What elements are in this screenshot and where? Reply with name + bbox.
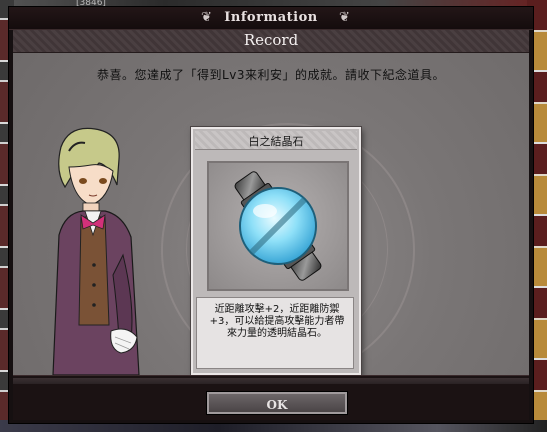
character-portrait (52, 127, 140, 375)
item-name: 白之結晶石 (248, 135, 304, 148)
reward-item-card: 白之結晶石 近距離攻擊+2，近距離防禦+3，可以給提高攻擊能力者帶來力量的透明結… (191, 127, 361, 375)
ornament-right-icon: ❦ (339, 10, 350, 25)
item-image-frame (207, 161, 349, 291)
dialog-content: 恭喜。您達成了「得到Lv3来利安」的成就。請收下紀念道具。 白之結晶石 近距離攻… (13, 53, 529, 377)
record-title: Record (243, 31, 299, 49)
crystal-orb-icon (234, 171, 322, 281)
ok-button[interactable]: OK (207, 392, 347, 414)
dialog-footer: OK (13, 375, 529, 420)
item-description-box: 近距離攻擊+2，近距離防禦+3，可以給提高攻擊能力者帶來力量的透明結晶石。 (196, 297, 354, 369)
information-dialog: ❦ Information ❦ Record 恭喜。您達成了「得到Lv3来利安」… (8, 6, 534, 424)
footer-strip (13, 378, 529, 384)
dialog-title: Information (224, 10, 318, 25)
achievement-message: 恭喜。您達成了「得到Lv3来利安」的成就。請收下紀念道具。 (97, 68, 445, 82)
item-name-bar: 白之結晶石 (195, 131, 357, 150)
record-header: Record (13, 30, 529, 53)
item-description: 近距離攻擊+2，近距離防禦+3，可以給提高攻擊能力者帶來力量的透明結晶石。 (209, 304, 345, 339)
dialog-title-bar: ❦ Information ❦ (9, 7, 533, 30)
